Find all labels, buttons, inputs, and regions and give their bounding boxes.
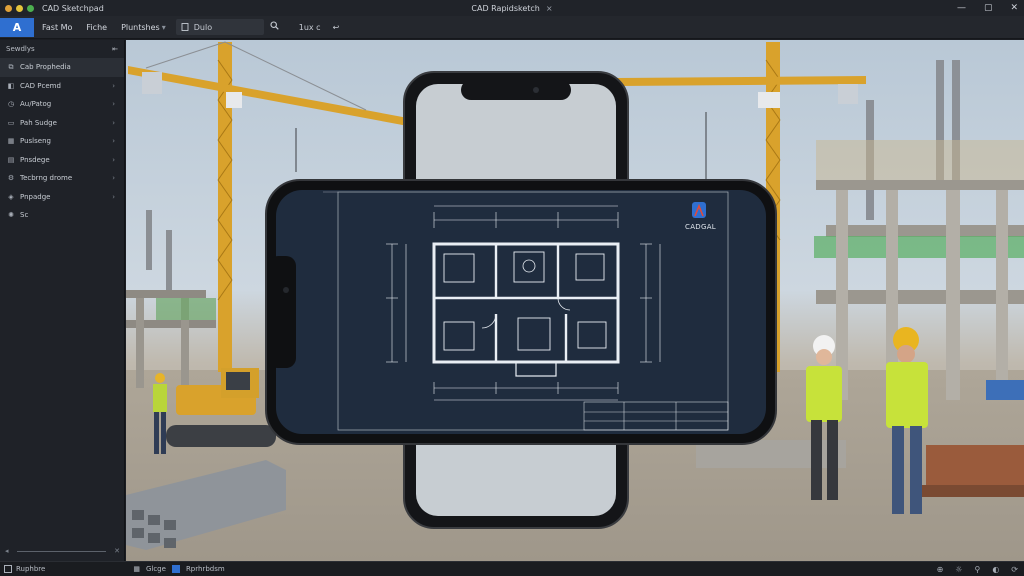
- chevron-right-icon: ›: [112, 174, 115, 183]
- layers-status-icon: [4, 565, 12, 573]
- scroll-track[interactable]: [16, 550, 107, 552]
- status-mid-label-1[interactable]: Glcge: [146, 565, 166, 573]
- window-controls: — ▢ ✕: [957, 0, 1018, 16]
- close-button[interactable]: ✕: [1010, 3, 1018, 13]
- title-close-icon[interactable]: ×: [546, 4, 553, 13]
- minimize-dot[interactable]: [16, 4, 23, 12]
- sun-icon[interactable]: ☼: [955, 565, 962, 574]
- sidebar-item-pnsdege[interactable]: ▤ Pnsdege ›: [0, 151, 124, 170]
- restore-button[interactable]: ▢: [984, 3, 993, 13]
- refresh-icon[interactable]: ⟳: [1011, 565, 1018, 574]
- close-panel-icon[interactable]: ✕: [114, 547, 120, 555]
- grid-status-icon: ▦: [133, 565, 140, 573]
- settings-icon: ⚙: [7, 174, 15, 183]
- sidebar-item-tecbrng-drome[interactable]: ⚙ Tecbrng drome ›: [0, 169, 124, 188]
- sidebar-item-sc[interactable]: ✺ Sc: [0, 206, 124, 225]
- toolbar: A Fast Mo Fiche Pluntshes ▾ Dulo 1ux c ↩: [0, 16, 1024, 39]
- search-icon[interactable]: [270, 21, 279, 33]
- zoom-readout[interactable]: 1ux c: [299, 23, 321, 32]
- sidebar-item-label: CAD Pcemd: [20, 81, 61, 90]
- maximize-dot[interactable]: [27, 4, 34, 12]
- clock-icon: ◷: [7, 100, 15, 109]
- contrast-icon[interactable]: ◐: [992, 565, 999, 574]
- menu-item-pluntshes-label: Pluntshes: [121, 22, 160, 32]
- chevron-right-icon: ›: [112, 118, 115, 127]
- search-value: Dulo: [193, 22, 213, 32]
- sidebar-item-label: Pnsdege: [20, 155, 50, 164]
- sidebar-scrollbar[interactable]: ◂ ✕: [0, 545, 125, 557]
- sidebar-item-label: Pnpadge: [20, 192, 51, 201]
- sidebar-item-au-patog[interactable]: ◷ Au/Patog ›: [0, 95, 124, 114]
- sidebar-header: Sewdlys ⇤: [0, 40, 124, 58]
- sidebar-item-label: Sc: [20, 211, 29, 220]
- file-icon: [181, 23, 189, 31]
- menu-bar: Fast Mo Fiche Pluntshes ▾: [42, 23, 166, 32]
- title-bar: CAD Sketchpad CAD Rapidsketch × — ▢ ✕: [0, 0, 1024, 16]
- collapse-icon[interactable]: ⇤: [112, 45, 118, 53]
- cube-icon: ◧: [7, 81, 15, 90]
- search-input[interactable]: Dulo: [175, 19, 264, 35]
- grid-icon: ▦: [7, 137, 15, 146]
- undo-icon[interactable]: ↩: [333, 23, 340, 32]
- chevron-right-icon: ›: [112, 155, 115, 164]
- cad-logo-mark: [692, 202, 706, 218]
- sidebar-item-label: Puslseng: [20, 137, 51, 146]
- window-title-wrap: CAD Rapidsketch ×: [0, 4, 1024, 13]
- traffic-lights: [5, 4, 34, 12]
- plan-logo-text: CADGAL: [685, 223, 716, 231]
- sidebar: Sewdlys ⇤ ⧉ Cab Prophedia ◧ CAD Pcemd › ◷ Au…: [0, 40, 125, 561]
- sidebar-item-cab-prophedia[interactable]: ⧉ Cab Prophedia: [0, 58, 124, 77]
- layers-icon: ⧉: [8, 62, 14, 71]
- chevron-right-icon: ›: [112, 137, 115, 146]
- status-left-label[interactable]: Ruphbre: [16, 565, 45, 573]
- sidebar-item-puslseng[interactable]: ▦ Puslseng ›: [0, 132, 124, 151]
- sidebar-item-pnpadge[interactable]: ◈ Pnpadge ›: [0, 188, 124, 207]
- sidebar-header-label: Sewdlys: [6, 45, 35, 53]
- status-mid: ▦ Glcge Rprhrbdsm: [133, 565, 225, 573]
- app-logo[interactable]: A: [0, 17, 34, 37]
- chevron-right-icon: ›: [112, 100, 115, 109]
- sidebar-item-pah-sudge[interactable]: ▭ Pah Sudge ›: [0, 114, 124, 133]
- chevron-down-icon: ▾: [161, 22, 166, 32]
- window-title: CAD Rapidsketch: [471, 3, 540, 13]
- document-icon: ▤: [7, 155, 15, 164]
- sidebar-item-label: Au/Patog: [20, 100, 52, 109]
- sidebar-item-label: Tecbrng drome: [20, 174, 73, 183]
- chevron-right-icon: ›: [112, 192, 115, 201]
- gear-icon: ✺: [8, 211, 14, 220]
- status-right: ⊕ ☼ ⚲ ◐ ⟳: [937, 565, 1018, 574]
- menu-item-fiche[interactable]: Fiche: [86, 23, 107, 32]
- menu-item-pluntshes[interactable]: Pluntshes ▾: [121, 23, 166, 32]
- sidebar-item-label: Cab Prophedia: [20, 63, 71, 72]
- sidebar-item-label: Pah Sudge: [20, 118, 57, 127]
- status-left: Ruphbre: [4, 565, 45, 573]
- crosshair-icon[interactable]: ⊕: [937, 565, 944, 574]
- minimize-button[interactable]: —: [957, 3, 966, 13]
- app-name: CAD Sketchpad: [42, 3, 104, 13]
- tag-icon: ◈: [8, 192, 14, 201]
- folder-icon: ▭: [7, 118, 15, 127]
- close-dot[interactable]: [5, 4, 12, 12]
- snap-status-icon: [171, 565, 180, 573]
- phone-landscape: [265, 179, 777, 445]
- sidebar-item-cad-pcemd[interactable]: ◧ CAD Pcemd ›: [0, 77, 124, 96]
- canvas-viewport[interactable]: CADGAL: [126, 40, 1024, 561]
- scroll-left-icon[interactable]: ◂: [5, 547, 9, 555]
- chevron-right-icon: ›: [112, 81, 115, 90]
- app-window: CAD Sketchpad CAD Rapidsketch × — ▢ ✕ A F…: [0, 0, 1024, 576]
- status-bar: Ruphbre ▦ Glcge Rprhrbdsm ⊕ ☼ ⚲ ◐ ⟳: [0, 561, 1024, 576]
- magnifier-icon[interactable]: ⚲: [974, 565, 980, 574]
- status-mid-label-2[interactable]: Rprhrbdsm: [186, 565, 225, 573]
- menu-item-fast[interactable]: Fast Mo: [42, 23, 72, 32]
- phone-mockup: [265, 71, 777, 529]
